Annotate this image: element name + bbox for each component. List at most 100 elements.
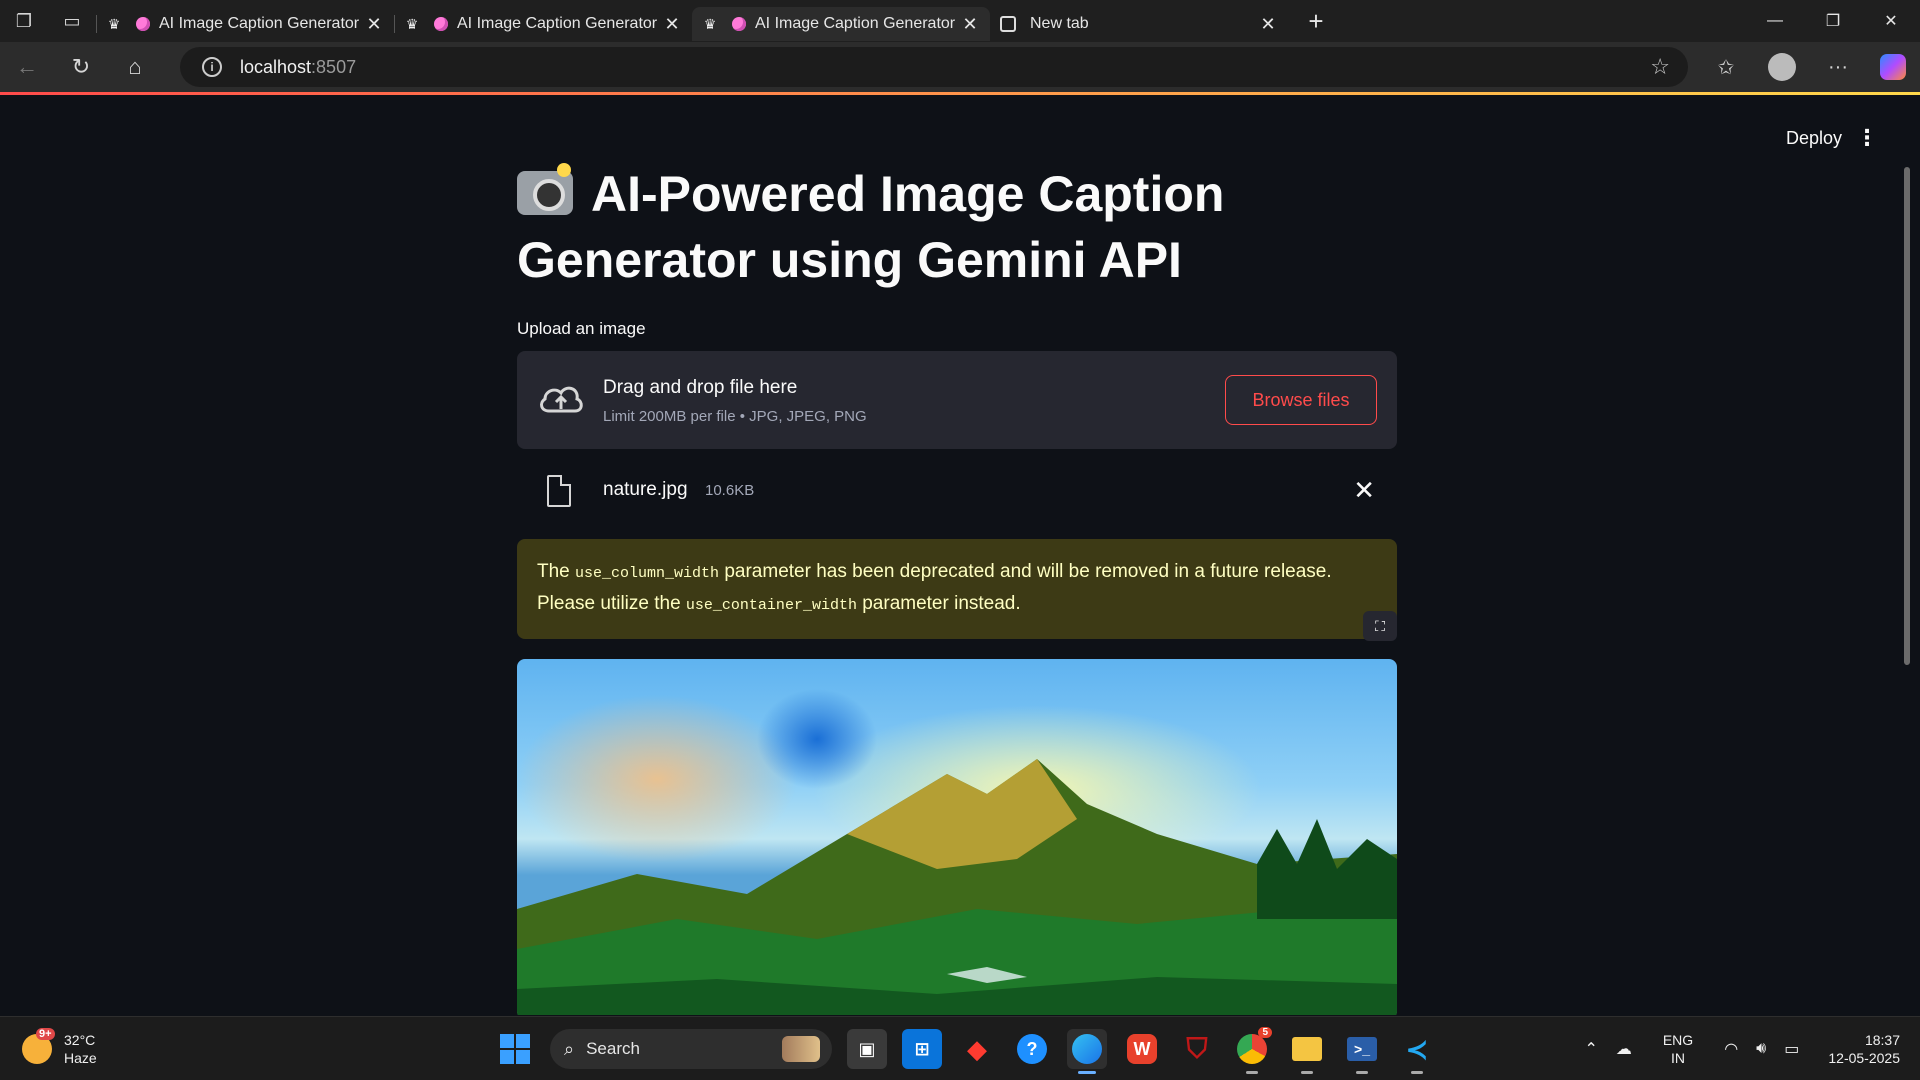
weather-widget[interactable]: 9+ 32°C Haze <box>22 1028 97 1067</box>
tab-close-icon[interactable]: ✕ <box>1258 14 1278 35</box>
powershell-icon[interactable]: >_ <box>1342 1029 1382 1074</box>
weather-badge: 9+ <box>36 1028 55 1040</box>
tab-separator <box>394 15 395 33</box>
edge-browser-icon[interactable] <box>1067 1029 1107 1074</box>
back-icon[interactable]: ← <box>0 42 54 92</box>
deploy-button[interactable]: Deploy <box>1786 128 1842 149</box>
cloud-upload-icon <box>540 386 583 413</box>
taskbar-search[interactable]: ⌕ Search <box>550 1029 832 1069</box>
tab-title: AI Image Caption Generator <box>457 15 658 32</box>
taskbar-apps: ⌕ Search ▣ ⊞ ◆ ? W ⛉ 5 >_ ≺ <box>500 1027 1437 1074</box>
tab-close-icon[interactable]: ✕ <box>364 14 384 35</box>
volume-icon[interactable]: 🔊︎ <box>1756 1040 1766 1058</box>
weather-haze-icon: 9+ <box>22 1028 55 1064</box>
streamlit-app: Deploy ⋮ AI-Powered Image Caption Genera… <box>6 95 1914 1015</box>
mcafee-icon[interactable]: ⛉ <box>1177 1029 1217 1069</box>
tab-actions-icon[interactable]: ▭ <box>48 0 96 42</box>
workspaces-icon[interactable]: ❐ <box>0 0 48 42</box>
address-bar[interactable]: i localhost:8507 ☆ <box>180 47 1688 87</box>
minimize-icon[interactable]: — <box>1746 0 1804 42</box>
browser-tab-1[interactable]: ♛ AI Image Caption Generator ✕ <box>96 7 394 41</box>
streamlit-crown-icon: ♛ <box>405 15 419 32</box>
browser-tab-2[interactable]: ♛ AI Image Caption Generator ✕ <box>394 7 692 41</box>
page-title: AI-Powered Image Caption Generator using… <box>517 161 1397 293</box>
show-hidden-icons-icon[interactable]: ⌃ <box>1584 1039 1597 1059</box>
brain-favicon-icon <box>434 17 448 31</box>
tab-close-icon[interactable]: ✕ <box>960 14 980 35</box>
favorites-icon[interactable]: ✩ <box>1698 55 1754 80</box>
streamlit-crown-icon: ♛ <box>703 15 717 32</box>
help-app-icon[interactable]: ? <box>1012 1029 1052 1069</box>
uploader-label: Upload an image <box>517 319 646 338</box>
warning-code-1: use_column_width <box>575 565 720 582</box>
main-content: AI-Powered Image Caption Generator using… <box>517 95 1397 1015</box>
file-dropzone[interactable]: Drag and drop file here Limit 200MB per … <box>517 351 1397 449</box>
toolbar-right: ✩ ··· <box>1698 42 1920 92</box>
browser-tab-new[interactable]: New tab ✕ <box>990 7 1288 41</box>
wifi-icon[interactable]: ◠ <box>1724 1039 1738 1059</box>
weather-desc: Haze <box>64 1050 97 1066</box>
search-icon: ⌕ <box>564 1038 575 1059</box>
taskbar-clock[interactable]: 18:37 12-05-2025 <box>1828 1031 1900 1067</box>
chrome-icon[interactable]: 5 <box>1232 1027 1272 1074</box>
mountain-landscape-image <box>517 759 1397 1015</box>
site-info-icon[interactable]: i <box>202 57 222 77</box>
dropzone-title: Drag and drop file here <box>603 377 798 398</box>
windows-start-icon[interactable] <box>500 1034 530 1064</box>
uploaded-image-preview <box>517 659 1397 1015</box>
uploaded-file-name: nature.jpg <box>603 479 688 500</box>
tab-title: AI Image Caption Generator <box>755 15 956 32</box>
clock-date: 12-05-2025 <box>1828 1050 1900 1066</box>
uploaded-file-size: 10.6KB <box>705 482 755 499</box>
lang-top: ENG <box>1662 1032 1694 1048</box>
close-window-icon[interactable]: ✕ <box>1862 0 1920 42</box>
reload-icon[interactable]: ↻ <box>54 42 108 92</box>
warning-text-3: parameter instead. <box>856 593 1021 614</box>
vscode-icon[interactable]: ≺ <box>1397 1029 1437 1074</box>
home-icon[interactable]: ⌂ <box>108 42 162 92</box>
copilot-icon[interactable] <box>1880 54 1906 80</box>
restore-icon[interactable]: ❐ <box>1804 0 1862 42</box>
warning-code-2: use_container_width <box>685 597 857 614</box>
microsoft-store-icon[interactable]: ⊞ <box>902 1029 942 1069</box>
pinned-app-diamond-icon[interactable]: ◆ <box>957 1029 997 1069</box>
wps-office-icon[interactable]: W <box>1122 1029 1162 1069</box>
new-tab-button[interactable]: + <box>1294 6 1338 37</box>
uploaded-file-row: nature.jpg 10.6KB ✕ <box>517 449 1397 539</box>
browser-tab-strip: ❐ ▭ ♛ AI Image Caption Generator ✕ ♛ AI … <box>0 0 1920 42</box>
language-indicator[interactable]: ENG IN <box>1663 1031 1693 1067</box>
browser-toolbar: ← ↻ ⌂ i localhost:8507 ☆ ✩ ··· <box>0 42 1920 92</box>
url-host: localhost <box>240 56 312 77</box>
search-highlight-icon <box>782 1036 820 1062</box>
url-port: :8507 <box>311 56 357 77</box>
deprecation-warning: The use_column_width parameter has been … <box>517 539 1397 639</box>
more-options-icon[interactable]: ··· <box>1810 56 1866 79</box>
file-icon <box>547 475 571 507</box>
tab-title: New tab <box>1030 15 1089 32</box>
tab-separator <box>96 15 97 33</box>
taskbar-search-label: Search <box>586 1039 640 1058</box>
remove-file-icon[interactable]: ✕ <box>1353 475 1375 506</box>
network-alert-icon[interactable]: ☁ <box>1616 1039 1632 1059</box>
brain-favicon-icon <box>136 17 150 31</box>
browser-tab-3-active[interactable]: ♛ AI Image Caption Generator ✕ <box>692 7 990 41</box>
warning-text-1: The <box>537 561 576 582</box>
browse-files-button[interactable]: Browse files <box>1225 375 1377 425</box>
page-title-text: AI-Powered Image Caption Generator using… <box>517 166 1225 288</box>
dropzone-hint: Limit 200MB per file • JPG, JPEG, PNG <box>603 408 867 425</box>
favorite-star-icon[interactable]: ☆ <box>1650 54 1670 80</box>
tab-title: AI Image Caption Generator <box>159 15 360 32</box>
main-menu-icon[interactable]: ⋮ <box>1856 125 1878 151</box>
task-view-icon[interactable]: ▣ <box>847 1029 887 1069</box>
streamlit-crown-icon: ♛ <box>107 15 121 32</box>
lang-bottom: IN <box>1671 1050 1686 1066</box>
system-tray: ⌃ ☁ ENG IN ◠ 🔊︎ ▭ 18:37 12-05-2025 <box>1575 1025 1900 1073</box>
weather-temp: 32°C <box>64 1032 96 1048</box>
fullscreen-toggle-icon[interactable]: ⛶ <box>1363 611 1397 641</box>
tab-close-icon[interactable]: ✕ <box>662 14 682 35</box>
new-tab-page-icon <box>1000 16 1016 32</box>
file-explorer-icon[interactable] <box>1287 1029 1327 1074</box>
battery-icon[interactable]: ▭ <box>1784 1039 1799 1059</box>
page-scrollbar[interactable] <box>1904 167 1910 665</box>
profile-avatar[interactable] <box>1768 53 1796 81</box>
